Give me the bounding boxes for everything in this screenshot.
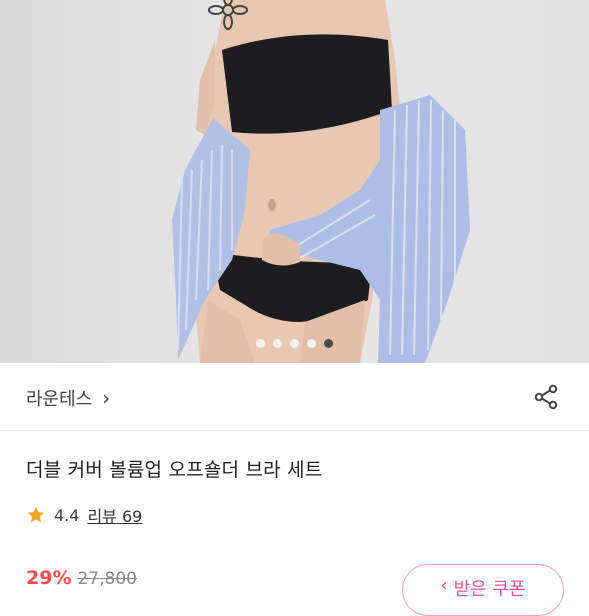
price-row: 29% 27,800 bbox=[26, 567, 137, 589]
rating-row: 4.4 리뷰 69 bbox=[26, 503, 142, 527]
product-image[interactable] bbox=[0, 0, 589, 363]
original-price: 27,800 bbox=[77, 569, 137, 589]
gallery-dot[interactable] bbox=[290, 338, 299, 348]
star-icon bbox=[27, 506, 45, 523]
gallery-dot[interactable] bbox=[307, 338, 316, 348]
gallery-dot[interactable] bbox=[273, 338, 282, 348]
brand-row: 라운테스 › bbox=[0, 363, 589, 431]
gallery-dot[interactable] bbox=[256, 338, 265, 348]
product-photo bbox=[172, 0, 470, 363]
review-link[interactable]: 리뷰 69 bbox=[87, 503, 142, 527]
rating-value: 4.4 bbox=[54, 505, 80, 525]
chevron-left-icon: ‹ bbox=[440, 575, 448, 596]
product-title: 더블 커버 볼륨업 오프숄더 브라 세트 bbox=[26, 459, 323, 481]
gallery-pagination[interactable] bbox=[0, 337, 589, 349]
brand-name: 라운테스 bbox=[26, 389, 93, 410]
coupon-label: 받은 쿠폰 bbox=[453, 579, 526, 600]
chevron-right-icon: › bbox=[102, 386, 111, 410]
share-icon[interactable] bbox=[533, 384, 559, 410]
coupon-button[interactable]: ‹ 받은 쿠폰 bbox=[402, 564, 564, 616]
brand-link[interactable]: 라운테스 › bbox=[26, 385, 110, 411]
gallery-dot[interactable] bbox=[324, 338, 333, 348]
discount-rate: 29% bbox=[26, 567, 72, 589]
